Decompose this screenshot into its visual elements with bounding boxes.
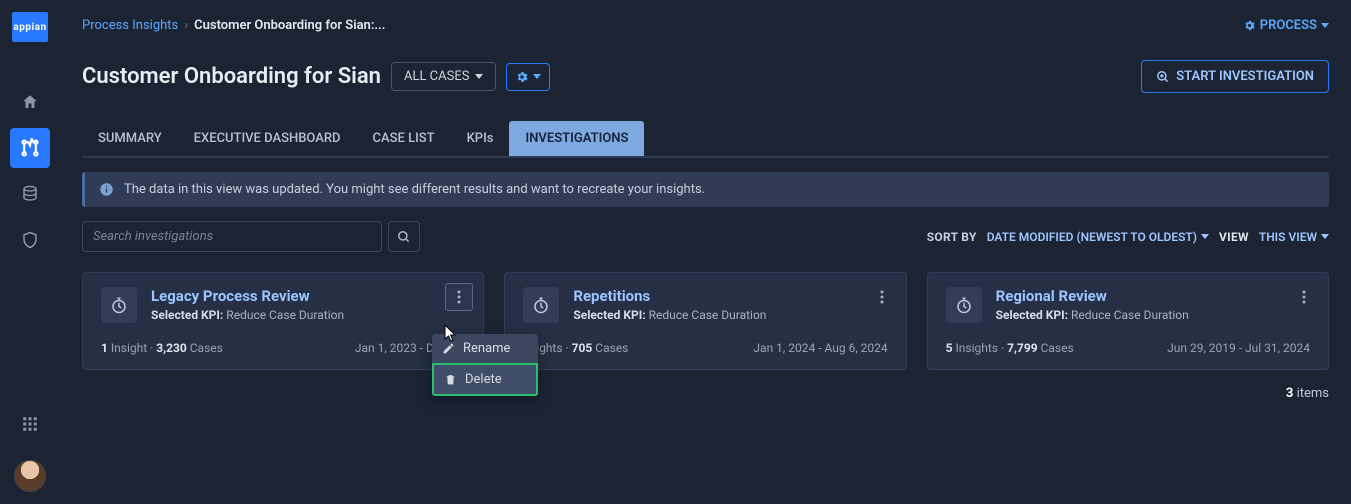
caret-down-icon	[533, 74, 541, 79]
all-cases-label: ALL CASES	[404, 69, 469, 84]
search-button[interactable]	[388, 221, 420, 252]
sort-value: DATE MODIFIED (NEWEST TO OLDEST)	[987, 230, 1197, 244]
caret-down-icon	[1321, 23, 1329, 28]
trash-icon	[444, 373, 457, 386]
process-dropdown[interactable]: PROCESS	[1243, 18, 1329, 33]
sort-by-label: SORT BY	[927, 230, 977, 244]
card-kpi-value: Reduce Case Duration	[1071, 308, 1189, 322]
card-title: Legacy Process Review	[151, 287, 344, 305]
cases-word: Cases	[595, 341, 628, 355]
controls-row: SORT BY DATE MODIFIED (NEWEST TO OLDEST)…	[82, 221, 1329, 252]
delete-menu-item[interactable]: Delete	[432, 363, 538, 396]
card-kpi-label: Selected KPI:	[996, 308, 1068, 322]
card-kpi-value: Reduce Case Duration	[649, 308, 767, 322]
home-icon[interactable]	[10, 82, 50, 122]
data-icon[interactable]	[10, 174, 50, 214]
tab-case-list[interactable]: CASE LIST	[357, 121, 451, 156]
card-kpi-value: Reduce Case Duration	[226, 308, 344, 322]
breadcrumb-parent[interactable]: Process Insights	[82, 18, 178, 33]
appian-logo: appian	[12, 12, 48, 42]
cases-count: 705	[572, 341, 593, 355]
tab-executive-dashboard[interactable]: EXECUTIVE DASHBOARD	[178, 121, 357, 156]
caret-down-icon	[475, 74, 483, 79]
card-menu-button[interactable]	[868, 283, 896, 311]
info-banner-text: The data in this view was updated. You m…	[124, 182, 705, 197]
insights-count: 1	[101, 341, 108, 355]
rename-label: Rename	[463, 341, 510, 356]
view-value: THIS VIEW	[1259, 230, 1317, 244]
process-label: PROCESS	[1260, 18, 1317, 33]
caret-down-icon	[1321, 234, 1329, 239]
card-menu-button[interactable]	[445, 283, 473, 311]
page-header: Customer Onboarding for Sian ALL CASES S…	[82, 60, 1329, 93]
investigation-card[interactable]: Repetitions Selected KPI: Reduce Case Du…	[504, 272, 906, 370]
insights-count: 5	[946, 341, 953, 355]
insights-word: Insights	[956, 341, 998, 355]
start-investigation-button[interactable]: START INVESTIGATION	[1141, 60, 1329, 93]
stopwatch-icon	[523, 287, 559, 323]
info-banner: The data in this view was updated. You m…	[82, 172, 1329, 207]
card-date-range: Jun 29, 2019 - Jul 31, 2024	[1167, 341, 1310, 355]
left-nav-rail: appian	[0, 0, 60, 504]
items-count: 3 items	[82, 386, 1329, 401]
insights-word: Insight	[111, 341, 147, 355]
tab-investigations[interactable]: INVESTIGATIONS	[509, 121, 644, 156]
card-title: Regional Review	[996, 287, 1189, 305]
tab-kpis[interactable]: KPIs	[451, 121, 510, 156]
view-label: VIEW	[1219, 230, 1249, 244]
breadcrumb: Process Insights › Customer Onboarding f…	[82, 18, 385, 33]
start-investigation-label: START INVESTIGATION	[1176, 69, 1314, 84]
page-title: Customer Onboarding for Sian	[82, 64, 381, 89]
breadcrumb-sep: ›	[184, 18, 188, 33]
stopwatch-icon	[946, 287, 982, 323]
rename-menu-item[interactable]: Rename	[432, 334, 538, 363]
pencil-icon	[442, 342, 455, 355]
card-date-range: Jan 1, 2024 - Aug 6, 2024	[753, 341, 887, 355]
settings-button[interactable]	[506, 63, 550, 91]
investigation-cards: Legacy Process Review Selected KPI: Redu…	[82, 272, 1329, 370]
card-menu-button[interactable]	[1290, 283, 1318, 311]
view-dropdown[interactable]: THIS VIEW	[1259, 230, 1329, 244]
stopwatch-icon	[101, 287, 137, 323]
tab-summary[interactable]: SUMMARY	[82, 121, 178, 156]
shield-icon[interactable]	[10, 220, 50, 260]
all-cases-dropdown[interactable]: ALL CASES	[391, 62, 496, 91]
card-context-menu: Rename Delete	[432, 334, 538, 396]
sort-by-dropdown[interactable]: DATE MODIFIED (NEWEST TO OLDEST)	[987, 230, 1209, 244]
cases-count: 7,799	[1007, 341, 1038, 355]
cases-word: Cases	[190, 341, 223, 355]
delete-label: Delete	[465, 372, 502, 387]
caret-down-icon	[1201, 234, 1209, 239]
apps-grid-icon[interactable]	[10, 404, 50, 444]
user-avatar[interactable]	[14, 460, 46, 492]
process-insights-icon[interactable]	[10, 128, 50, 168]
investigation-card[interactable]: Legacy Process Review Selected KPI: Redu…	[82, 272, 484, 370]
card-kpi-label: Selected KPI:	[151, 308, 223, 322]
cases-word: Cases	[1041, 341, 1074, 355]
tabs: SUMMARY EXECUTIVE DASHBOARD CASE LIST KP…	[82, 121, 1329, 158]
info-icon	[99, 182, 114, 197]
cases-count: 3,230	[156, 341, 187, 355]
breadcrumb-current: Customer Onboarding for Sian:...	[194, 18, 385, 33]
investigation-card[interactable]: Regional Review Selected KPI: Reduce Cas…	[927, 272, 1329, 370]
card-kpi-label: Selected KPI:	[573, 308, 645, 322]
card-title: Repetitions	[573, 287, 766, 305]
search-input[interactable]	[82, 221, 382, 252]
top-bar: Process Insights › Customer Onboarding f…	[82, 0, 1329, 50]
